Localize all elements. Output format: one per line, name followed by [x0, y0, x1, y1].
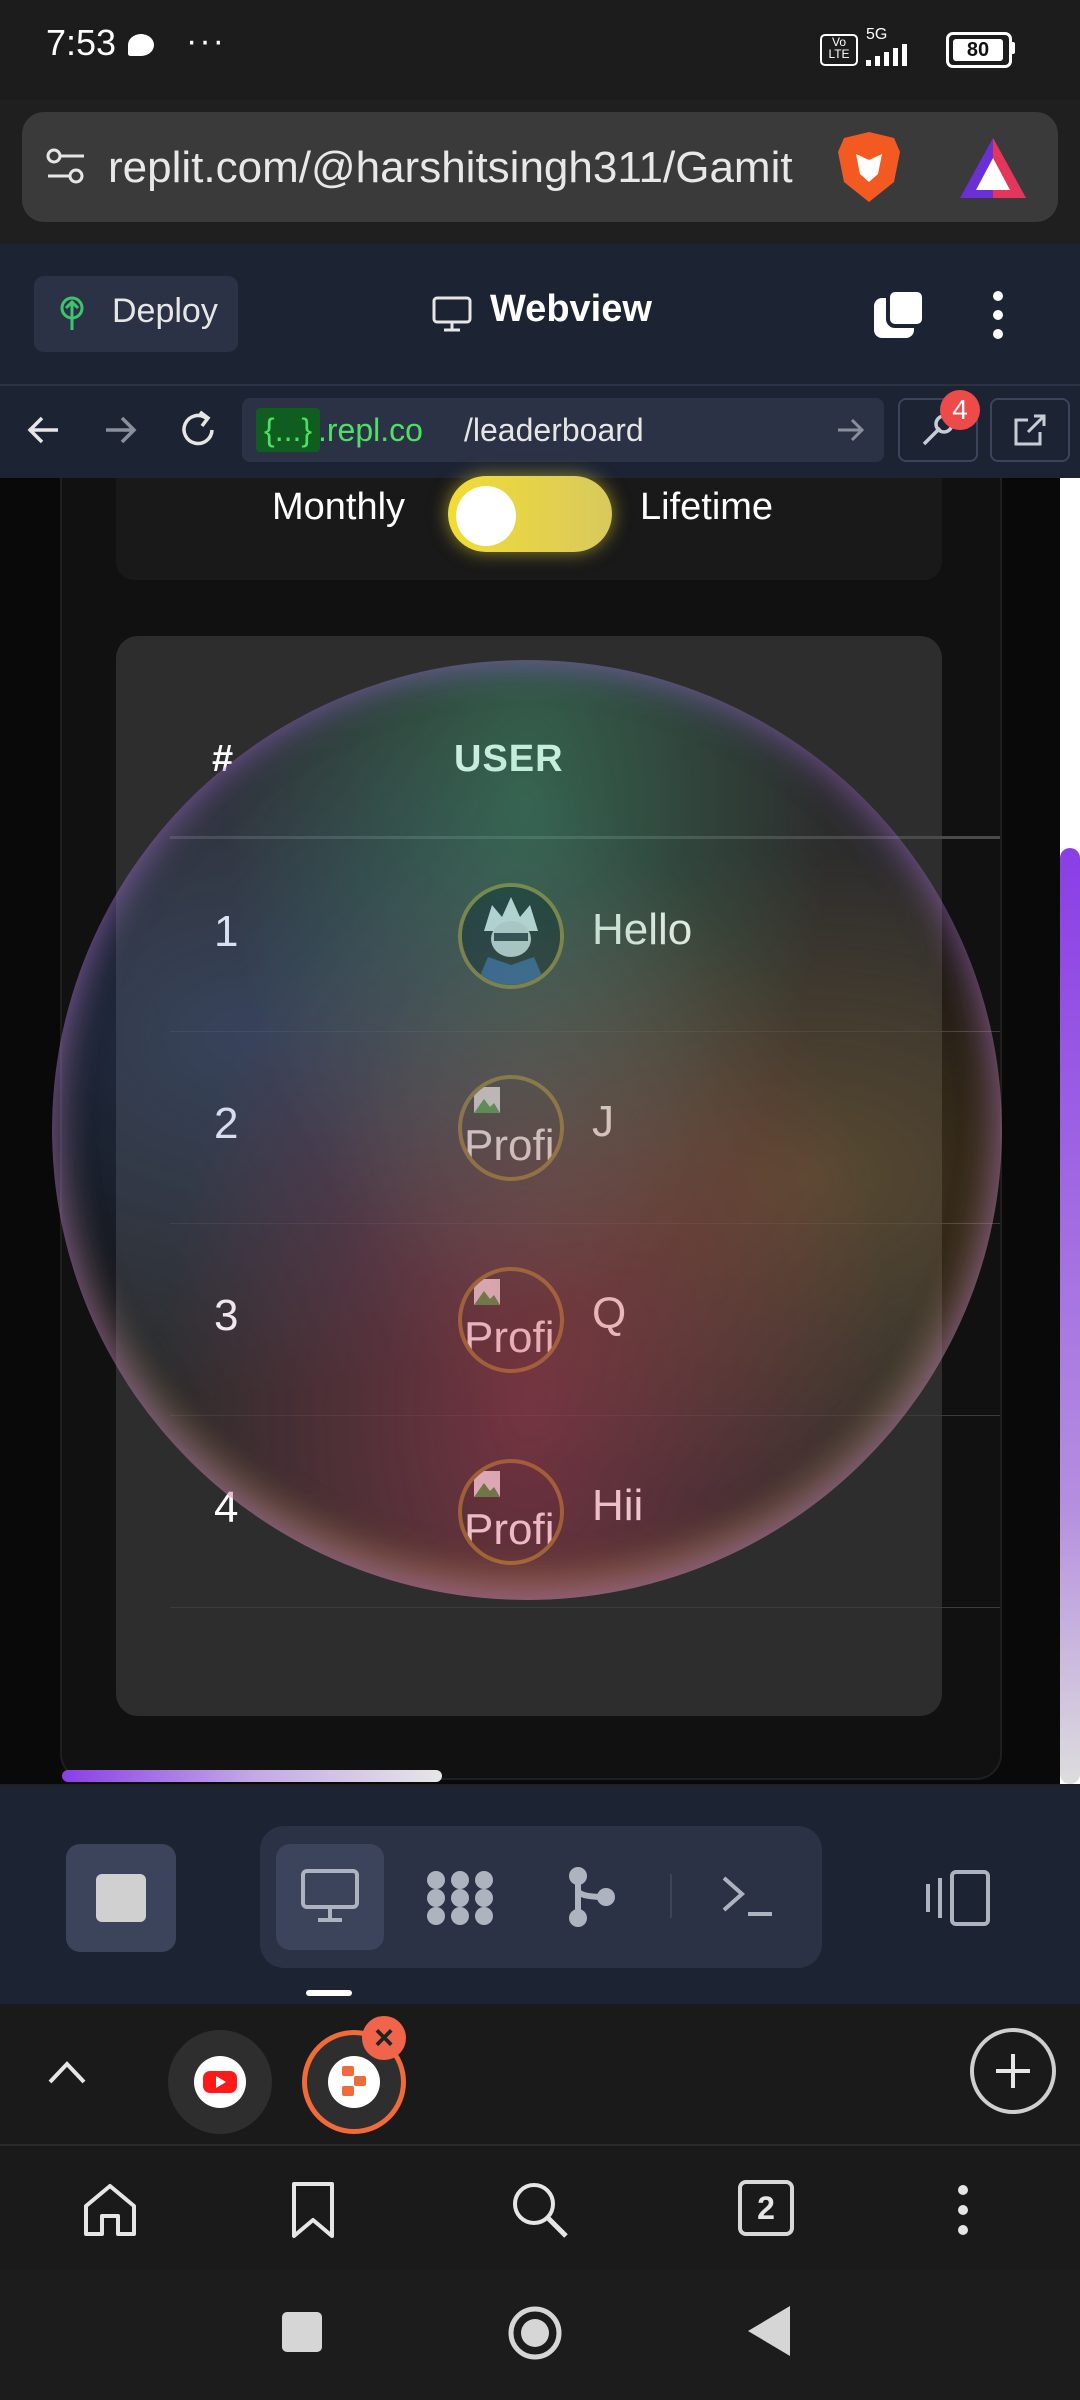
webview-title: Webview	[490, 288, 652, 330]
url-host[interactable]: .repl.co	[318, 410, 423, 450]
more-menu-icon[interactable]	[980, 288, 1016, 342]
broken-image-icon	[474, 1087, 500, 1113]
open-external-icon	[1014, 414, 1046, 446]
column-header-user: USER	[454, 738, 564, 780]
plus-icon	[996, 2054, 1030, 2088]
row-username: Hello	[592, 905, 693, 954]
monthly-label[interactable]: Monthly	[272, 486, 405, 529]
active-pane-indicator	[306, 1990, 352, 1996]
avatar-alt-text: Profi	[464, 1313, 555, 1362]
network-type-label: 5G	[866, 26, 888, 43]
brave-rewards-icon[interactable]	[958, 136, 1028, 200]
browser-tab-strip	[0, 2004, 1080, 2144]
table-row[interactable]: 4 Profi Hii	[170, 1415, 1000, 1608]
status-bar	[0, 0, 1080, 100]
row-rank: 4	[214, 1483, 239, 1532]
search-icon[interactable]	[510, 2180, 570, 2240]
horizontal-scrollbar-thumb[interactable]	[62, 1770, 442, 1782]
browser-url-text[interactable]: replit.com/@harshitsingh311/Gamit	[108, 138, 812, 198]
row-rank: 2	[214, 1099, 239, 1148]
close-tab-icon[interactable]: ×	[362, 2016, 406, 2060]
row-rank: 1	[214, 907, 239, 956]
chat-notification-icon	[128, 34, 154, 56]
lifetime-label[interactable]: Lifetime	[640, 486, 773, 529]
youtube-icon	[194, 2056, 246, 2108]
avatar-alt-text: Profi	[464, 1505, 555, 1554]
layout-resize-icon[interactable]	[924, 1868, 994, 1928]
avatar-image	[462, 887, 560, 985]
broken-image-icon	[474, 1471, 500, 1497]
status-time: 7:53	[46, 22, 117, 63]
volte-icon: Vo LTE	[820, 34, 858, 66]
battery-icon: 80	[946, 32, 1012, 68]
avatar[interactable]: Profi	[458, 1075, 564, 1181]
avatar[interactable]: Profi	[458, 1267, 564, 1373]
home-icon[interactable]	[82, 2182, 138, 2238]
bookmark-icon[interactable]	[290, 2180, 336, 2240]
webview-icon	[301, 1869, 359, 1922]
chevron-up-icon[interactable]	[44, 2052, 90, 2094]
table-row[interactable]: 1 Hello	[170, 839, 1000, 1032]
tabs-icon[interactable]	[872, 288, 926, 342]
system-back-icon[interactable]	[746, 2304, 792, 2358]
pane-divider	[670, 1874, 672, 1918]
deploy-icon	[60, 296, 84, 330]
recents-icon[interactable]	[282, 2312, 322, 2352]
back-icon[interactable]	[24, 410, 64, 450]
avatar[interactable]	[458, 883, 564, 989]
row-rank: 3	[214, 1291, 239, 1340]
table-row[interactable]: 2 Profi J	[170, 1031, 1000, 1224]
broken-image-icon	[474, 1279, 500, 1305]
forward-icon[interactable]	[100, 410, 140, 450]
stop-icon	[96, 1874, 146, 1922]
signal-icon	[866, 44, 907, 66]
tab-switcher-button[interactable]: 2	[738, 2180, 794, 2236]
avatar-alt-text: Profi	[464, 1121, 555, 1170]
more-notifications-icon: ···	[186, 22, 226, 60]
site-settings-icon[interactable]	[44, 144, 88, 188]
replit-logo-icon	[328, 2056, 380, 2108]
battery-tip	[1010, 42, 1015, 54]
devtools-badge: 4	[940, 390, 980, 430]
network-icon[interactable]	[424, 1868, 496, 1928]
battery-level: 80	[953, 39, 1003, 61]
table-row[interactable]: 3 Profi Q	[170, 1223, 1000, 1416]
go-icon[interactable]	[834, 414, 866, 446]
row-username: Q	[592, 1289, 627, 1338]
row-username: J	[592, 1097, 614, 1146]
avatar[interactable]: Profi	[458, 1459, 564, 1565]
brave-shields-icon[interactable]	[836, 130, 902, 204]
column-header-rank: #	[212, 738, 234, 780]
deploy-label[interactable]: Deploy	[112, 292, 218, 331]
period-toggle-knob[interactable]	[456, 486, 516, 546]
vertical-scrollbar-thumb[interactable]	[1060, 848, 1080, 1784]
row-username: Hii	[592, 1481, 644, 1530]
url-host-badge[interactable]: {...}	[256, 408, 321, 452]
browser-menu-icon[interactable]	[948, 2180, 978, 2240]
reload-icon[interactable]	[176, 408, 220, 452]
git-icon[interactable]	[564, 1866, 618, 1928]
url-path[interactable]: /leaderboard	[464, 410, 644, 450]
webview-icon	[432, 296, 472, 332]
shell-icon[interactable]	[720, 1872, 776, 1920]
system-home-icon[interactable]	[506, 2304, 564, 2362]
